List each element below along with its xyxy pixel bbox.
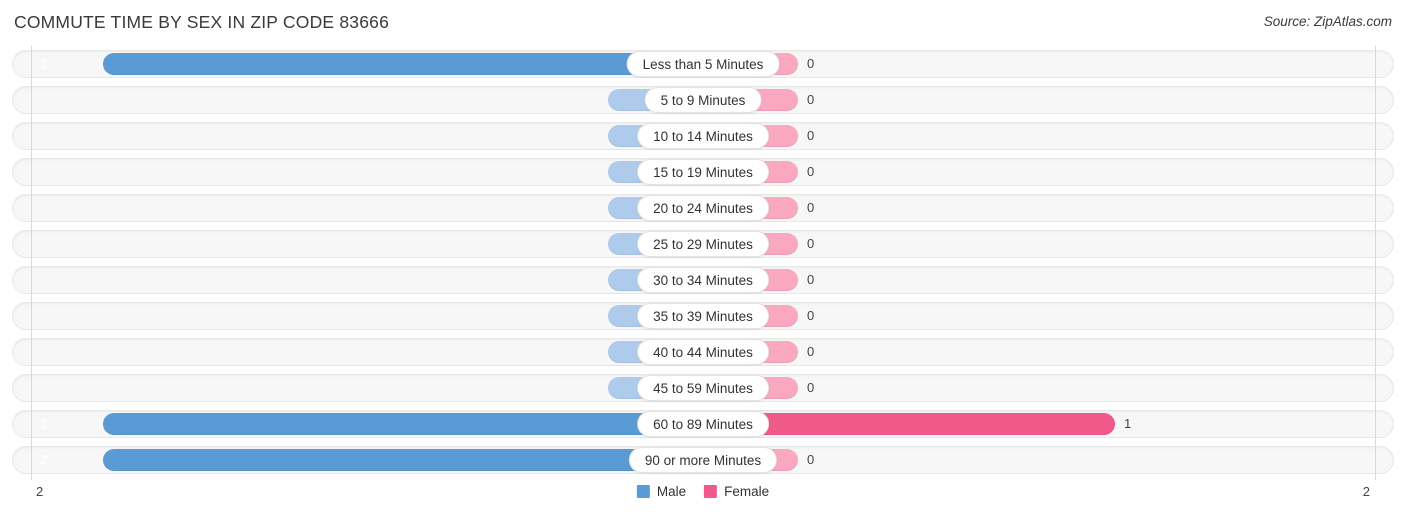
chart-legend: Male Female xyxy=(636,484,769,499)
bar-value-male: 2 xyxy=(40,452,48,467)
bar-value-male: 2 xyxy=(40,56,48,71)
category-label: 60 to 89 Minutes xyxy=(637,411,769,437)
bar-value-female: 0 xyxy=(807,56,815,71)
category-label: 90 or more Minutes xyxy=(628,447,778,473)
category-label: 40 to 44 Minutes xyxy=(637,339,769,365)
bar-value-female: 0 xyxy=(807,128,815,143)
legend-swatch-male-icon xyxy=(636,485,650,498)
table-row[interactable]: 0025 to 29 Minutes xyxy=(0,226,1406,262)
category-label: 35 to 39 Minutes xyxy=(637,303,769,329)
bar-value-female: 0 xyxy=(807,164,815,179)
table-row[interactable]: 2 1 60 to 89 Minutes xyxy=(0,406,1406,442)
bar-value-female: 1 xyxy=(1124,416,1132,431)
legend-label-male: Male xyxy=(656,484,687,499)
category-label: 10 to 14 Minutes xyxy=(637,123,769,149)
category-label: 20 to 24 Minutes xyxy=(637,195,769,221)
category-label: 45 to 59 Minutes xyxy=(637,375,769,401)
table-row[interactable]: 0030 to 34 Minutes xyxy=(0,262,1406,298)
table-row[interactable]: 0010 to 14 Minutes xyxy=(0,118,1406,154)
table-row[interactable]: 2 0 Less than 5 Minutes xyxy=(0,46,1406,82)
table-row[interactable]: 0035 to 39 Minutes xyxy=(0,298,1406,334)
bar-value-female: 0 xyxy=(807,344,815,359)
category-label: 15 to 19 Minutes xyxy=(637,159,769,185)
axis-tick-right: 2 xyxy=(1362,484,1370,499)
category-label: 30 to 34 Minutes xyxy=(637,267,769,293)
bar-value-female: 0 xyxy=(807,92,815,107)
bar-rows-container: 2 0 Less than 5 Minutes 0 0 5 to 9 Minutes 0 0 1… xyxy=(0,46,1406,478)
table-row[interactable]: 0020 to 24 Minutes xyxy=(0,190,1406,226)
bar-male[interactable] xyxy=(103,53,703,75)
legend-item-male[interactable]: Male xyxy=(636,484,687,499)
chart-header: COMMUTE TIME BY SEX IN ZIP CODE 83666 So… xyxy=(0,0,1406,46)
category-label: 25 to 29 Minutes xyxy=(637,231,769,257)
bar-value-female: 0 xyxy=(807,236,815,251)
table-row[interactable]: 005 to 9 Minutes xyxy=(0,82,1406,118)
chart-plot-area: 2 0 Less than 5 Minutes 0 0 5 to 9 Minutes 0 0 1… xyxy=(0,46,1406,480)
bar-value-female: 0 xyxy=(807,380,815,395)
table-row[interactable]: 0015 to 19 Minutes xyxy=(0,154,1406,190)
table-row[interactable]: 0045 to 59 Minutes xyxy=(0,370,1406,406)
bar-male[interactable] xyxy=(103,449,703,471)
axis-tick-left: 2 xyxy=(36,484,44,499)
bar-value-female: 0 xyxy=(807,452,815,467)
page-title: COMMUTE TIME BY SEX IN ZIP CODE 83666 xyxy=(14,12,390,32)
legend-item-female[interactable]: Female xyxy=(704,484,769,499)
source-attribution: Source: ZipAtlas.com xyxy=(1263,14,1392,29)
legend-label-female: Female xyxy=(724,484,770,499)
table-row[interactable]: 0040 to 44 Minutes xyxy=(0,334,1406,370)
bar-value-female: 0 xyxy=(807,308,815,323)
bar-value-male: 2 xyxy=(40,416,48,431)
category-label: Less than 5 Minutes xyxy=(626,51,780,77)
bar-value-female: 0 xyxy=(807,272,815,287)
category-label: 5 to 9 Minutes xyxy=(644,87,762,113)
bar-male[interactable] xyxy=(103,413,703,435)
bar-value-female: 0 xyxy=(807,200,815,215)
legend-swatch-female-icon xyxy=(704,485,718,498)
table-row[interactable]: 2 0 90 or more Minutes xyxy=(0,442,1406,478)
chart-footer: 2 Male Female 2 xyxy=(0,480,1406,516)
